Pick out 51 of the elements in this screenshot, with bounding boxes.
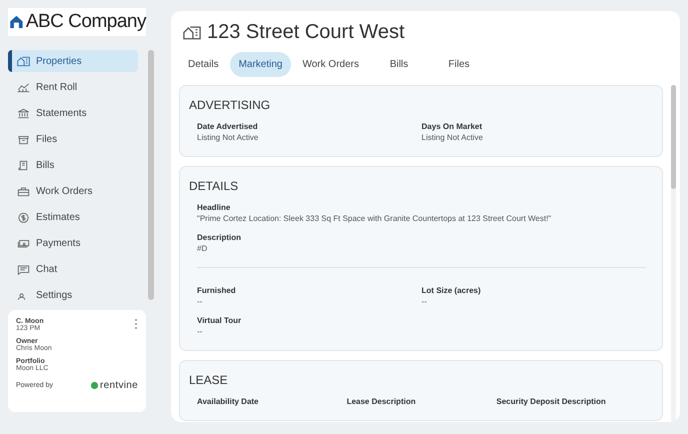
field-value: --: [422, 297, 428, 306]
field-label: Headline: [197, 203, 232, 212]
field-label: Availability Date: [197, 397, 260, 406]
scrollbar[interactable]: [148, 50, 154, 300]
sidebar-item[interactable]: Rent Roll: [8, 76, 138, 98]
field-value: Listing Not Active: [197, 133, 260, 142]
field-label: Lot Size (acres): [422, 286, 482, 295]
sidebar-item[interactable]: Files: [8, 128, 138, 150]
brand-logo: rentvine: [90, 380, 138, 391]
cash-icon: [17, 238, 30, 248]
field-label: Furnished: [197, 286, 237, 295]
chart-icon: [17, 82, 30, 92]
sidebar-item[interactable]: Bills: [8, 154, 138, 176]
field-label: Lease Description: [346, 397, 417, 406]
sidebar-item[interactable]: Work Orders: [8, 180, 138, 202]
field-value: --: [197, 297, 204, 306]
tab[interactable]: Files: [430, 52, 488, 77]
field-label: Security Deposit Description: [496, 397, 607, 406]
building-icon: [183, 25, 201, 40]
tab[interactable]: Details: [179, 52, 228, 77]
company-name: ABC Company: [26, 11, 146, 33]
field-label: Date Advertised: [197, 122, 259, 131]
scrollbar[interactable]: [671, 85, 676, 422]
sidebar-item[interactable]: Estimates: [8, 206, 138, 228]
page-title: 123 Street Court West: [207, 21, 404, 44]
bank-icon: [17, 108, 30, 118]
dollar-icon: [17, 212, 30, 222]
tab[interactable]: Marketing: [230, 52, 292, 77]
section-title: ADVERTISING: [189, 98, 272, 112]
field-value: --: [197, 327, 204, 336]
sidebar-item[interactable]: Payments: [8, 232, 138, 254]
sidebar-item[interactable]: Chat: [8, 258, 138, 280]
receipt-icon: [17, 160, 30, 170]
tab[interactable]: Bills: [370, 52, 428, 77]
sidebar-item[interactable]: Statements: [8, 102, 138, 124]
box-icon: [17, 134, 30, 144]
toolbox-icon: [17, 186, 30, 196]
field-value: #D: [197, 244, 208, 253]
chat-icon: [17, 264, 30, 274]
field-label: Days On Market: [422, 122, 483, 131]
sidebar-item[interactable]: Properties: [8, 50, 138, 72]
section-title: LEASE: [189, 373, 229, 387]
sidebar-item[interactable]: Settings: [8, 284, 138, 306]
field-label: Description: [197, 233, 242, 242]
field-value: "Prime Cortez Location: Sleek 333 Sq Ft Space with Granite Countertops at 123 Street Court West!": [197, 214, 552, 223]
tab[interactable]: Work Orders: [293, 52, 368, 77]
more-icon[interactable]: [134, 318, 138, 330]
field-value: Listing Not Active: [422, 133, 484, 142]
building-icon: [17, 56, 30, 66]
section-title: DETAILS: [189, 179, 240, 193]
field-label: Virtual Tour: [197, 316, 242, 325]
